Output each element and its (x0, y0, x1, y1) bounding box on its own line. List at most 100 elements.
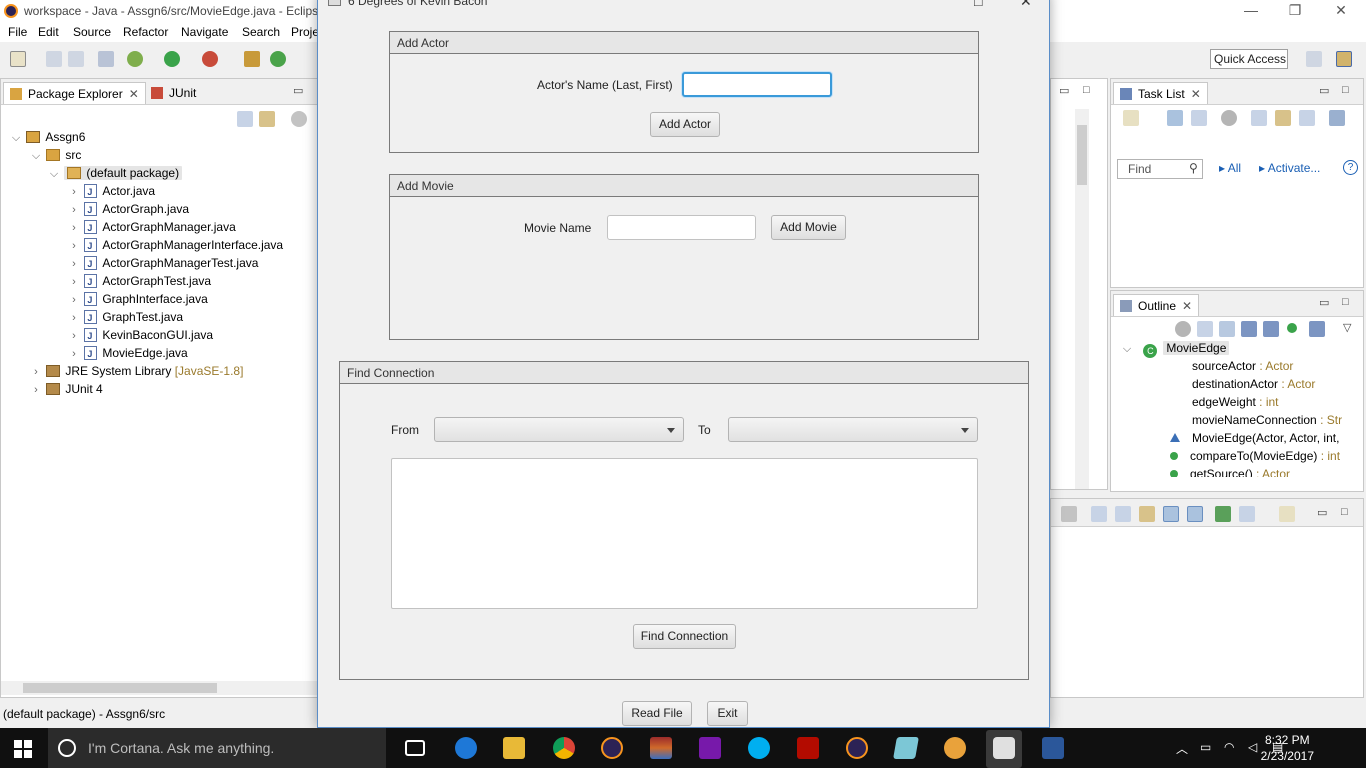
chrome-icon[interactable] (553, 737, 575, 759)
find-connection-button[interactable]: Find Connection (633, 624, 736, 649)
menu-project[interactable]: Proje (291, 25, 319, 39)
debug-icon[interactable] (127, 51, 143, 67)
scheduled-icon[interactable] (1191, 110, 1207, 126)
minimize-icon[interactable]: — (1241, 2, 1261, 18)
file-explorer-icon[interactable] (503, 737, 525, 759)
outline-member[interactable]: MovieEdge(Actor, Actor, int, (1170, 429, 1339, 447)
word-icon[interactable] (1042, 737, 1064, 759)
actor-name-input[interactable] (682, 72, 832, 97)
view-menu-icon[interactable] (291, 111, 307, 127)
tab-junit[interactable]: JUnit (145, 82, 202, 104)
chevron-right-icon[interactable]: › (67, 291, 81, 309)
wifi-icon[interactable]: ◠ (1224, 740, 1234, 754)
outline-member[interactable]: edgeWeight : int (1170, 393, 1279, 411)
menu-file[interactable]: File (8, 25, 27, 39)
restore-icon[interactable]: ❐ (1285, 2, 1305, 19)
tree-file[interactable]: › KevinBaconGUI.java (67, 326, 213, 345)
quick-access-input[interactable]: Quick Access (1210, 49, 1288, 69)
notepad-icon[interactable] (893, 737, 919, 759)
connection-result-textarea[interactable] (391, 458, 978, 609)
new-java-package-icon[interactable] (244, 51, 260, 67)
read-file-button[interactable]: Read File (622, 701, 692, 726)
eclipse-icon-2[interactable] (846, 737, 868, 759)
outline-member[interactable]: getSource() : Actor (1170, 465, 1290, 477)
menu-refactor[interactable]: Refactor (123, 25, 168, 39)
focus-icon[interactable] (1221, 110, 1237, 126)
acrobat-icon[interactable] (797, 737, 819, 759)
tree-file[interactable]: › ActorGraphManager.java (67, 218, 236, 237)
open-console-icon[interactable] (1279, 506, 1295, 522)
menu-navigate[interactable]: Navigate (181, 25, 228, 39)
add-movie-button[interactable]: Add Movie (771, 215, 846, 240)
chevron-right-icon[interactable]: › (67, 273, 81, 291)
chevron-right-icon[interactable]: › (29, 363, 43, 381)
tree-file[interactable]: › ActorGraphTest.java (67, 272, 211, 291)
hide-static-icon[interactable] (1263, 321, 1279, 337)
chevron-right-icon[interactable]: › (67, 345, 81, 363)
cortana-search-box[interactable]: I'm Cortana. Ask me anything. (48, 728, 386, 768)
close-icon[interactable]: ✕ (1191, 87, 1201, 101)
chevron-up-icon[interactable]: ︿ (1176, 740, 1188, 757)
minimize-view-icon[interactable]: ▭ (1319, 84, 1329, 97)
maximize-view-icon[interactable]: □ (1341, 506, 1348, 518)
volume-icon[interactable]: ◁ (1248, 740, 1257, 754)
close-icon[interactable]: ✕ (129, 87, 139, 101)
add-actor-button[interactable]: Add Actor (650, 112, 720, 137)
close-icon[interactable]: ✕ (1331, 2, 1351, 19)
tree-file[interactable]: › GraphTest.java (67, 308, 183, 327)
close-icon[interactable]: ✕ (1182, 299, 1192, 313)
save-icon[interactable] (46, 51, 62, 67)
new-task-icon[interactable] (1123, 110, 1139, 126)
hide-non-public-icon[interactable] (1287, 323, 1297, 333)
to-combobox[interactable] (728, 417, 978, 442)
outline-member[interactable]: sourceActor : Actor (1170, 357, 1293, 375)
tree-file[interactable]: › Actor.java (67, 182, 155, 201)
chevron-down-icon[interactable]: ⌵ (29, 147, 43, 165)
minimize-view-icon[interactable]: ▭ (1317, 506, 1327, 519)
chevron-right-icon[interactable]: › (29, 381, 43, 399)
menu-source[interactable]: Source (73, 25, 111, 39)
maximize-icon[interactable]: □ (974, 0, 982, 9)
word-wrap-icon[interactable] (1139, 506, 1155, 522)
eclipse-icon[interactable] (601, 737, 623, 759)
view-menu-icon[interactable]: ▽ (1343, 321, 1351, 334)
tree-junit4[interactable]: › JUnit 4 (29, 380, 103, 398)
outline-member[interactable]: destinationActor : Actor (1170, 375, 1315, 393)
exit-button[interactable]: Exit (707, 701, 748, 726)
categorized-icon[interactable] (1167, 110, 1183, 126)
minimize-view-icon[interactable]: ▭ (293, 84, 303, 97)
winrar-icon[interactable] (650, 737, 672, 759)
hide-fields-icon[interactable] (1241, 321, 1257, 337)
tab-task-list[interactable]: Task List ✕ (1113, 82, 1208, 104)
tree-project[interactable]: ⌵ Assgn6 (9, 128, 86, 146)
edge-icon[interactable] (455, 737, 477, 759)
tree-file[interactable]: › ActorGraphManagerInterface.java (67, 236, 283, 255)
system-clock[interactable]: 8:32 PM 2/23/2017 (1261, 732, 1314, 764)
new-java-class-icon[interactable] (270, 51, 286, 67)
outline-member[interactable]: compareTo(MovieEdge) : int (1170, 447, 1340, 465)
tree-src[interactable]: ⌵ src (29, 146, 82, 165)
show-on-error-icon[interactable] (1187, 506, 1203, 522)
movie-name-input[interactable] (607, 215, 756, 240)
minimize-view-icon[interactable]: ▭ (1319, 296, 1329, 309)
tree-file[interactable]: › MovieEdge.java (67, 344, 188, 363)
chevron-right-icon[interactable]: › (67, 255, 81, 273)
chevron-right-icon[interactable]: › (67, 201, 81, 219)
collapse-all-icon[interactable] (237, 111, 253, 127)
activate-link[interactable]: ▸ Activate... (1259, 161, 1320, 175)
chevron-right-icon[interactable]: › (67, 183, 81, 201)
scroll-lock-icon[interactable] (1115, 506, 1131, 522)
chevron-right-icon[interactable]: › (67, 327, 81, 345)
collapse-all-icon[interactable] (1197, 321, 1213, 337)
windows-start-icon[interactable] (14, 740, 32, 758)
save-all-icon[interactable] (68, 51, 84, 67)
tree-default-package[interactable]: ⌵ (default package) (47, 164, 183, 182)
scrollbar-thumb[interactable] (23, 683, 217, 693)
link-with-editor-icon[interactable] (259, 111, 275, 127)
display-console-icon[interactable] (1239, 506, 1255, 522)
close-icon[interactable]: ✕ (1020, 0, 1032, 10)
tree-file[interactable]: › ActorGraphManagerTest.java (67, 254, 258, 273)
vertical-scrollbar[interactable] (1075, 109, 1089, 489)
chevron-right-icon[interactable]: › (67, 219, 81, 237)
maximize-view-icon[interactable]: □ (1342, 84, 1349, 96)
